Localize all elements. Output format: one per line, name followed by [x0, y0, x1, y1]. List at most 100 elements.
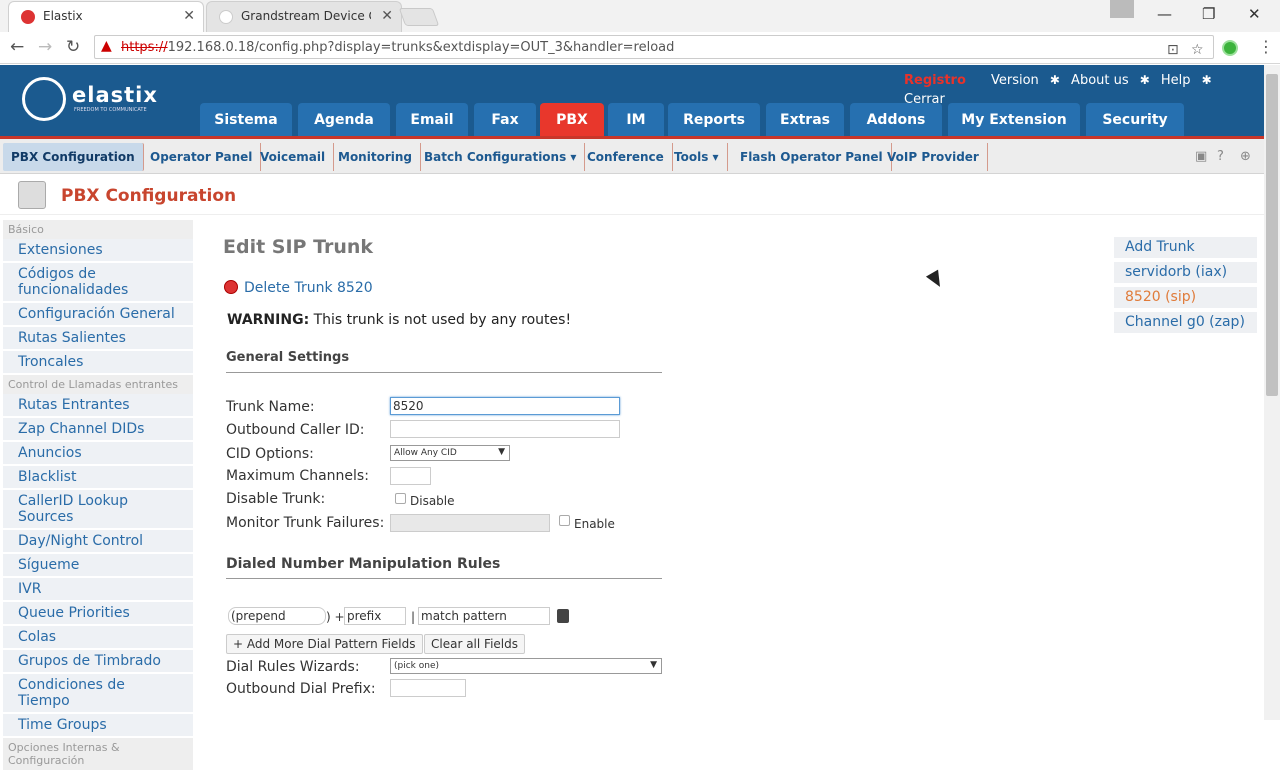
- sidebar-item-blacklist[interactable]: Blacklist: [3, 466, 193, 490]
- restore-icon[interactable]: ❐: [1202, 5, 1215, 23]
- close-window-icon[interactable]: ✕: [1248, 5, 1261, 23]
- browser-tab-grandstream[interactable]: Grandstream Device Con ✕: [206, 1, 402, 32]
- subnav-batch-configurations[interactable]: Batch Configurations ▾: [416, 143, 586, 171]
- clear-all-fields-button[interactable]: Clear all Fields: [424, 634, 525, 654]
- enable-monitor-checkbox[interactable]: [559, 515, 570, 526]
- sidebar-item-colas[interactable]: Colas: [3, 626, 193, 650]
- outbound-prefix-label: Outbound Dial Prefix:: [226, 681, 376, 697]
- fullscreen-icon[interactable]: ▣: [1195, 149, 1207, 164]
- subnav-operator-panel[interactable]: Operator Panel: [142, 143, 262, 171]
- section-general-settings: General Settings: [226, 350, 350, 365]
- subnav-flash-operator-panel[interactable]: Flash Operator Panel: [732, 143, 892, 171]
- close-icon[interactable]: ✕: [381, 8, 393, 24]
- address-bar[interactable]: ▲ https://192.168.0.18/config.php?displa…: [94, 35, 1214, 59]
- sidebar: Básico Extensiones Códigos de funcionali…: [3, 220, 193, 770]
- separator-icon: ✱: [1049, 73, 1060, 87]
- add-trunk-link[interactable]: Add Trunk: [1114, 237, 1257, 259]
- browser-menu-icon[interactable]: ⋮: [1258, 37, 1274, 56]
- subnav-tools[interactable]: Tools ▾: [666, 143, 728, 171]
- reload-icon[interactable]: ↻: [66, 37, 80, 57]
- outbound-prefix-input[interactable]: [390, 679, 466, 697]
- translate-icon[interactable]: ⊡: [1167, 42, 1179, 58]
- dial-wizards-label: Dial Rules Wizards:: [226, 659, 360, 675]
- tab-agenda[interactable]: Agenda: [298, 103, 390, 139]
- outbound-cid-label: Outbound Caller ID:: [226, 422, 365, 438]
- trash-icon[interactable]: [557, 609, 569, 623]
- tab-security[interactable]: Security: [1086, 103, 1184, 139]
- outbound-cid-input[interactable]: [390, 420, 620, 438]
- browser-tab-elastix[interactable]: Elastix ✕: [8, 1, 204, 32]
- dial-wizards-select[interactable]: (pick one) ▼: [390, 658, 662, 674]
- sidebar-item-callerid-lookup[interactable]: CallerID Lookup Sources: [3, 490, 193, 530]
- tab-extras[interactable]: Extras: [766, 103, 844, 139]
- sidebar-item-troncales[interactable]: Troncales: [3, 351, 193, 375]
- page-header: PBX Configuration: [0, 175, 1264, 215]
- subnav-pbx-configuration[interactable]: PBX Configuration: [3, 143, 144, 171]
- tab-fax[interactable]: Fax: [474, 103, 536, 139]
- forward-icon[interactable]: →: [38, 37, 52, 57]
- tab-sistema[interactable]: Sistema: [200, 103, 292, 139]
- match-pattern-input[interactable]: match pattern: [418, 607, 550, 625]
- add-dial-pattern-button[interactable]: + Add More Dial Pattern Fields: [226, 634, 423, 654]
- tab-title: Elastix: [43, 9, 83, 23]
- disable-trunk-checkbox[interactable]: [395, 493, 406, 504]
- new-tab-button[interactable]: [398, 8, 440, 26]
- scrollbar-thumb[interactable]: [1266, 74, 1278, 396]
- tab-im[interactable]: IM: [608, 103, 664, 139]
- subnav-voicemail[interactable]: Voicemail: [252, 143, 335, 171]
- bookmark-star-icon[interactable]: ☆: [1191, 42, 1204, 58]
- sidebar-item-zap-channel-dids[interactable]: Zap Channel DIDs: [3, 418, 193, 442]
- chevron-down-icon: ▼: [650, 660, 657, 670]
- sidebar-item-time-groups[interactable]: Time Groups: [3, 714, 193, 738]
- monitor-failures-input[interactable]: [390, 514, 550, 532]
- minimize-icon[interactable]: —: [1157, 5, 1172, 23]
- link-version[interactable]: Version: [991, 73, 1039, 88]
- top-links: Registro Version ✱ About us ✱ Help ✱ Cer…: [904, 69, 1264, 107]
- sidebar-item-ivr[interactable]: IVR: [3, 578, 193, 602]
- trunk-name-input[interactable]: 8520: [390, 397, 620, 415]
- sidebar-item-grupos-timbrado[interactable]: Grupos de Timbrado: [3, 650, 193, 674]
- trunk-item-8520[interactable]: 8520 (sip): [1114, 287, 1257, 309]
- back-icon[interactable]: ←: [10, 37, 24, 57]
- sidebar-item-anuncios[interactable]: Anuncios: [3, 442, 193, 466]
- link-about[interactable]: About us: [1071, 73, 1129, 88]
- trunk-item-channel-g0[interactable]: Channel g0 (zap): [1114, 312, 1257, 334]
- subnav-conference[interactable]: Conference: [579, 143, 673, 171]
- sidebar-item-extensiones[interactable]: Extensiones: [3, 239, 193, 263]
- cid-options-label: CID Options:: [226, 446, 314, 462]
- prefix-input[interactable]: prefix: [344, 607, 406, 625]
- tab-reports[interactable]: Reports: [668, 103, 760, 139]
- prepend-input[interactable]: (prepend: [228, 607, 326, 625]
- collapse-icon[interactable]: ⊕: [1240, 149, 1251, 164]
- tab-email[interactable]: Email: [396, 103, 468, 139]
- tab-pbx[interactable]: PBX: [540, 103, 604, 139]
- sidebar-item-rutas-entrantes[interactable]: Rutas Entrantes: [3, 394, 193, 418]
- tab-addons[interactable]: Addons: [850, 103, 942, 139]
- sidebar-item-day-night[interactable]: Day/Night Control: [3, 530, 193, 554]
- extension-icon[interactable]: [1222, 40, 1238, 56]
- warning-message: WARNING: This trunk is not used by any r…: [227, 312, 572, 328]
- link-help[interactable]: Help: [1161, 73, 1191, 88]
- help-icon[interactable]: ?: [1217, 149, 1224, 164]
- cid-options-select[interactable]: Allow Any CID ▼: [390, 445, 510, 461]
- url-text[interactable]: https://192.168.0.18/config.php?display=…: [121, 40, 674, 55]
- max-channels-input[interactable]: [390, 467, 431, 485]
- sidebar-item-rutas-salientes[interactable]: Rutas Salientes: [3, 327, 193, 351]
- trunk-item-servidorb[interactable]: servidorb (iax): [1114, 262, 1257, 284]
- sidebar-item-configuracion-general[interactable]: Configuración General: [3, 303, 193, 327]
- delete-trunk-link[interactable]: Delete Trunk 8520: [244, 280, 373, 296]
- sidebar-item-codigos[interactable]: Códigos de funcionalidades: [3, 263, 193, 303]
- link-registro[interactable]: Registro: [904, 73, 966, 88]
- warning-icon: ▲: [101, 38, 112, 54]
- profile-icon[interactable]: [1110, 0, 1134, 18]
- sidebar-item-queue-priorities[interactable]: Queue Priorities: [3, 602, 193, 626]
- elastix-banner: elastix FREEDOM TO COMMUNICATE Registro …: [0, 65, 1264, 139]
- sidebar-item-sigueme[interactable]: Sígueme: [3, 554, 193, 578]
- close-icon[interactable]: ✕: [183, 8, 195, 24]
- pipe-sign: |: [411, 610, 416, 624]
- delete-icon[interactable]: [224, 280, 238, 294]
- tab-my-extension[interactable]: My Extension: [948, 103, 1080, 139]
- subnav-monitoring[interactable]: Monitoring: [330, 143, 421, 171]
- subnav-voip-provider[interactable]: VoIP Provider: [879, 143, 988, 171]
- sidebar-item-condiciones-tiempo[interactable]: Condiciones de Tiempo: [3, 674, 193, 714]
